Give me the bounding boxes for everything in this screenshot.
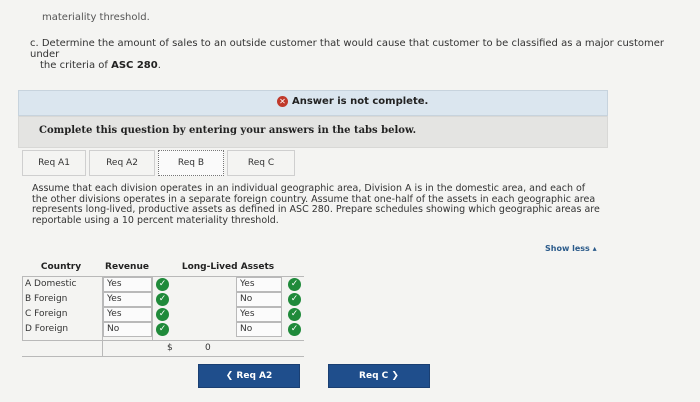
assumption-text: Assume that each division operates in an… <box>32 183 600 226</box>
tab-req-b[interactable]: Req B <box>158 150 224 176</box>
question-c-text: c. Determine the amount of sales to an o… <box>30 38 670 71</box>
row-3-country: C Foreign <box>25 309 68 319</box>
tab-req-a2[interactable]: Req A2 <box>89 150 155 176</box>
table-footer-rule <box>22 356 304 357</box>
answer-status: ✕ Answer is not complete. <box>277 96 428 107</box>
tab-bar: Req A1 Req A2 Req B Req C <box>22 150 298 176</box>
question-c-line2-suffix: . <box>157 60 161 71</box>
row-4-assets-input[interactable]: No <box>236 322 282 337</box>
row-1-assets-input[interactable]: Yes <box>236 277 282 292</box>
row-1-revenue-input[interactable]: Yes <box>103 277 152 292</box>
table-bottom-rule <box>22 340 304 341</box>
check-icon: ✓ <box>288 308 301 321</box>
check-icon: ✓ <box>288 278 301 291</box>
check-icon: ✓ <box>156 278 169 291</box>
tab-req-a1[interactable]: Req A1 <box>22 150 86 176</box>
next-req-c-button[interactable]: Req C ❯ <box>328 364 430 388</box>
table-col-rule-2 <box>152 276 153 340</box>
row-1-country: A Domestic <box>25 279 77 289</box>
show-less-link[interactable]: Show less ▴ <box>545 244 597 253</box>
check-icon: ✓ <box>156 323 169 336</box>
row-4-revenue-input[interactable]: No <box>103 322 152 337</box>
check-icon: ✓ <box>156 308 169 321</box>
answer-status-bar: ✕ Answer is not complete. <box>18 90 608 116</box>
answer-status-label: Answer is not complete. <box>292 96 429 107</box>
header-revenue: Revenue <box>105 262 149 272</box>
question-c-line1: c. Determine the amount of sales to an o… <box>30 38 665 60</box>
row-4-country: D Foreign <box>25 324 69 334</box>
header-country: Country <box>40 262 82 272</box>
row-2-assets-input[interactable]: No <box>236 292 282 307</box>
footer-value: 0 <box>205 343 211 353</box>
prev-req-a2-button[interactable]: ❮ Req A2 <box>198 364 300 388</box>
question-c-asc: ASC 280 <box>111 60 158 71</box>
check-icon: ✓ <box>288 323 301 336</box>
error-x-icon: ✕ <box>277 96 288 107</box>
check-icon: ✓ <box>156 293 169 306</box>
row-2-country: B Foreign <box>25 294 68 304</box>
instruction-text: Complete this question by entering your … <box>39 125 417 136</box>
footer-currency: $ <box>167 343 173 353</box>
instruction-bar: Complete this question by entering your … <box>18 116 608 148</box>
row-2-revenue-input[interactable]: Yes <box>103 292 152 307</box>
question-c-line2: the criteria of ASC 280. <box>30 60 670 71</box>
check-icon: ✓ <box>288 293 301 306</box>
row-3-revenue-input[interactable]: Yes <box>103 307 152 322</box>
prior-question-text: materiality threshold. <box>42 12 150 23</box>
header-long-lived-assets: Long-Lived Assets <box>181 262 275 272</box>
row-3-assets-input[interactable]: Yes <box>236 307 282 322</box>
tab-req-c[interactable]: Req C <box>227 150 295 176</box>
question-c-line2-prefix: the criteria of <box>40 60 112 71</box>
